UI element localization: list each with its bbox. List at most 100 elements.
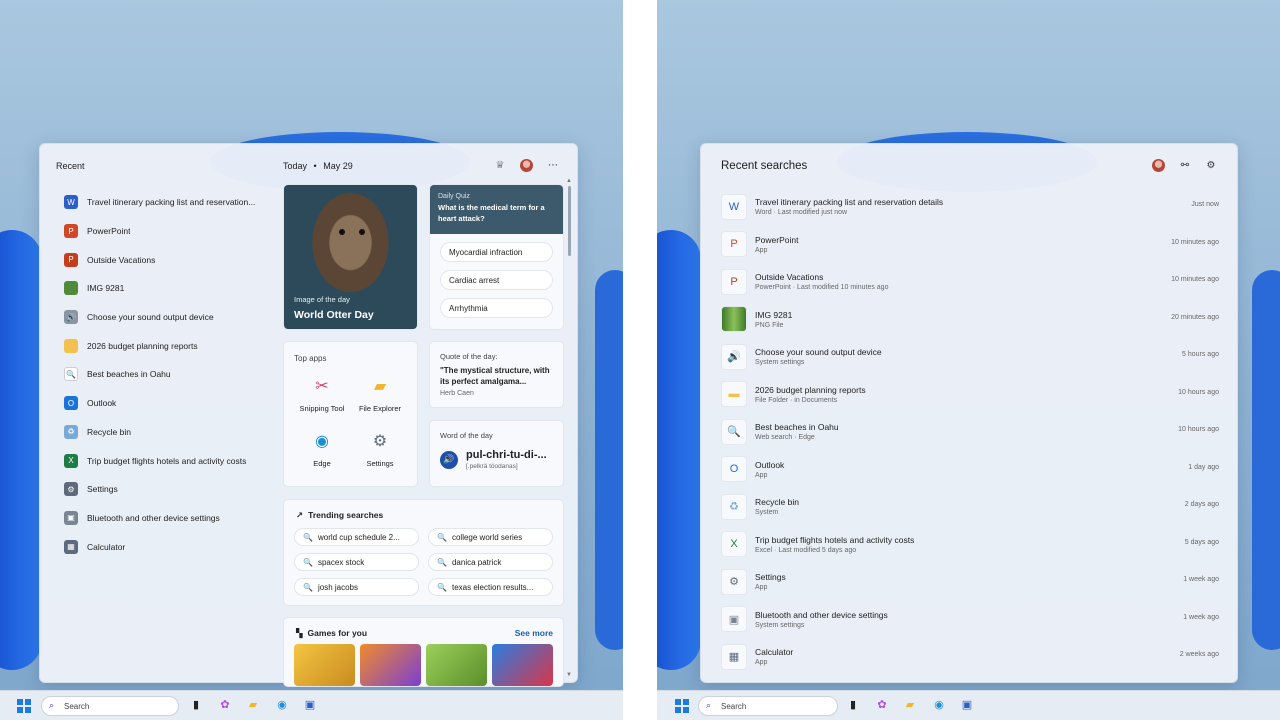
recent-search-title: PowerPoint	[755, 234, 799, 245]
app-file-explorer[interactable]: ▰ File Explorer	[350, 377, 410, 413]
app-label: Edge	[313, 459, 331, 468]
recent-search-title: IMG 9281	[755, 309, 793, 320]
scroll-down-arrow-icon[interactable]: ▼	[566, 672, 572, 678]
quote-card[interactable]: Quote of the day: "The mystical structur…	[429, 341, 564, 408]
recent-item[interactable]: ♻ Recycle bin	[64, 418, 274, 447]
windows-start-icon[interactable]	[17, 699, 31, 713]
recent-search-subtitle: File Folder · in Documents	[755, 396, 838, 404]
trophy-icon[interactable]: ♕	[494, 160, 506, 172]
recent-search-time: 10 minutes ago	[1171, 276, 1219, 283]
file-explorer-icon[interactable]: ▰	[246, 698, 260, 712]
scrollbar-thumb[interactable]	[568, 186, 571, 256]
game-tile[interactable]	[294, 644, 355, 686]
recent-item[interactable]: ▦ Calculator	[64, 532, 274, 561]
right-screenshot: Recent searches ⚯ ⚙ W Travel itinerary pa…	[657, 0, 1280, 720]
trending-chip[interactable]: 🔍 danica patrick	[428, 553, 553, 571]
recent-search-item[interactable]: X Trip budget flights hotels and activity…	[721, 526, 1219, 564]
trending-chip[interactable]: 🔍 world cup schedule 2...	[294, 528, 419, 546]
recent-search-time: 20 minutes ago	[1171, 313, 1219, 321]
recent-search-subtitle: Web search · Edge	[755, 434, 815, 442]
search-icon: 🔍	[437, 583, 447, 592]
otter-eye	[339, 229, 345, 235]
file-explorer-icon[interactable]: ▰	[903, 698, 917, 712]
recent-search-item[interactable]: ♻ Recycle bin System 2 days ago	[721, 488, 1219, 526]
recent-item[interactable]: X Trip budget flights hotels and activity…	[64, 446, 274, 475]
copilot-icon[interactable]: ✿	[875, 698, 889, 712]
store-icon[interactable]: ▣	[303, 698, 317, 712]
scroll-up-arrow-icon[interactable]: ▲	[566, 178, 572, 184]
game-tile[interactable]	[360, 644, 421, 686]
search-icon: 🔍	[303, 558, 313, 567]
windows-start-icon[interactable]	[675, 699, 689, 713]
recent-item[interactable]: 🔍 Best beaches in Oahu	[64, 360, 274, 389]
word-doc-icon: W	[64, 195, 78, 210]
recent-search-item[interactable]: P Outside Vacations PowerPoint · Last modi…	[721, 263, 1219, 301]
recent-search-title: Calculator	[755, 647, 794, 658]
recent-item[interactable]: ▣ Bluetooth and other device settings	[64, 504, 274, 533]
recent-search-subtitle: System	[755, 509, 779, 517]
recent-search-item[interactable]: ▬ 2026 budget planning reports File Folder…	[721, 376, 1219, 414]
recent-search-item[interactable]: ▣ Bluetooth and other device settings Syst…	[721, 601, 1219, 639]
trending-chip[interactable]: 🔍 college world series	[428, 528, 553, 546]
taskbar-search-box[interactable]: ⌕ Search	[698, 696, 838, 716]
share-link-icon[interactable]: ⚯	[1179, 160, 1191, 172]
trending-chip[interactable]: 🔍 texas election results...	[428, 578, 553, 596]
recent-search-item[interactable]: 🔊 Choose your sound output device System s…	[721, 338, 1219, 376]
trending-chip[interactable]: 🔍 spacex stock	[294, 553, 419, 571]
recent-search-item[interactable]: ⚙ Settings App 1 week ago	[721, 563, 1219, 601]
task-view-icon[interactable]: ▮	[846, 698, 860, 712]
recent-search-item[interactable]: O Outlook App 1 day ago	[721, 451, 1219, 489]
recent-item[interactable]: W Travel itinerary packing list and reser…	[64, 188, 274, 217]
speaker-icon[interactable]: 🔊	[440, 450, 458, 469]
recent-search-time: 2 weeks ago	[1179, 651, 1219, 658]
word-of-day-card[interactable]: Word of the day 🔊 pul-chri-tu-di-... [.p…	[429, 420, 564, 487]
quiz-option[interactable]: Myocardial infraction	[440, 242, 553, 262]
recent-item[interactable]: P PowerPoint	[64, 217, 274, 246]
recent-item[interactable]: 🔊 Choose your sound output device	[64, 303, 274, 332]
recent-search-time: 10 hours ago	[1178, 426, 1219, 433]
recent-search-item[interactable]: IMG 9281 PNG File 20 minutes ago	[721, 301, 1219, 339]
game-tile[interactable]	[426, 644, 487, 686]
recent-item[interactable]: P Outside Vacations	[64, 245, 274, 274]
see-more-link[interactable]: See more	[515, 628, 553, 638]
image-of-day-card[interactable]: Image of the day World Otter Day	[283, 184, 418, 330]
edge-icon[interactable]: ◉	[932, 698, 946, 712]
copilot-icon[interactable]: ✿	[218, 698, 232, 712]
word-doc-icon: W	[721, 193, 747, 220]
task-view-icon[interactable]: ▮	[189, 698, 203, 712]
today-separator: •	[313, 161, 317, 171]
store-icon[interactable]: ▣	[960, 698, 974, 712]
recent-search-title: Best beaches in Oahu	[755, 422, 839, 433]
recent-search-item[interactable]: 🔍 Best beaches in Oahu Web search · Edge 10…	[721, 413, 1219, 451]
more-options-icon[interactable]: ⋯	[547, 160, 559, 172]
recent-search-subtitle: Excel · Last modified 5 days ago	[755, 546, 857, 554]
quiz-option[interactable]: Cardiac arrest	[440, 270, 553, 290]
panel-toolbar: ⚯ ⚙	[1152, 159, 1217, 172]
avatar[interactable]	[1152, 159, 1165, 172]
recent-search-item[interactable]: ▦ Calculator App 2 weeks ago	[721, 638, 1219, 676]
quiz-option[interactable]: Arrhythmia	[440, 298, 553, 318]
excel-icon: X	[64, 453, 78, 468]
recent-item[interactable]: ⚙ Settings	[64, 475, 274, 504]
recent-search-item[interactable]: P PowerPoint App 10 minutes ago	[721, 226, 1219, 264]
recent-item-label: Bluetooth and other device settings	[87, 512, 220, 523]
game-tile[interactable]	[492, 644, 553, 686]
taskbar-search-box[interactable]: ⌕ Search	[41, 696, 179, 716]
quiz-kicker: Daily Quiz	[438, 193, 470, 200]
app-settings[interactable]: ⚙ Settings	[350, 432, 410, 468]
recent-search-item[interactable]: W Travel itinerary packing list and reser…	[721, 188, 1219, 226]
trending-chip[interactable]: 🔍 josh jacobs	[294, 578, 419, 596]
recent-item[interactable]: 2026 budget planning reports	[64, 331, 274, 360]
edge-icon[interactable]: ◉	[275, 698, 289, 712]
app-snipping-tool[interactable]: ✂ Snipping Tool	[292, 377, 352, 413]
app-edge[interactable]: ◉ Edge	[292, 432, 352, 468]
word-of-day-word: pul-chri-tu-di-...	[466, 449, 547, 461]
outlook-icon: O	[64, 396, 78, 411]
recent-item[interactable]: IMG 9281	[64, 274, 274, 303]
quiz-header: Daily Quiz What is the medical term for …	[430, 185, 563, 234]
recent-item[interactable]: O Outlook	[64, 389, 274, 418]
file-explorer-icon: ▰	[373, 378, 387, 395]
search-icon: 🔍	[721, 418, 747, 445]
avatar[interactable]	[520, 159, 533, 172]
gear-icon[interactable]: ⚙	[1205, 160, 1217, 172]
